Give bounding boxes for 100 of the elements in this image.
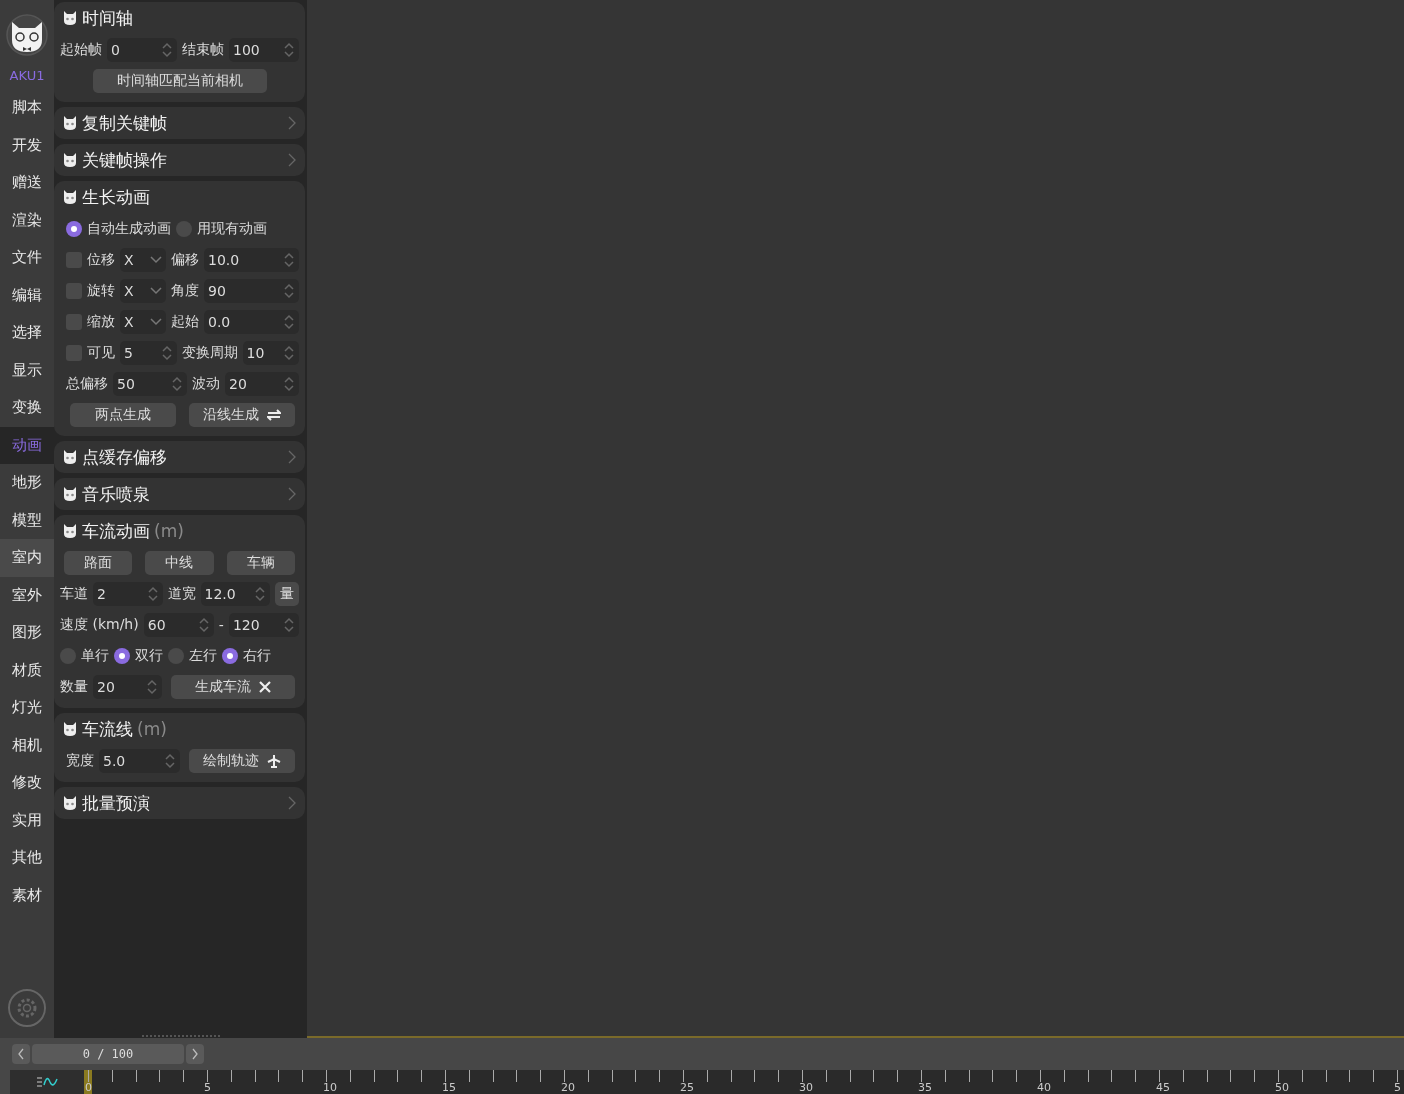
cat-head-icon (62, 152, 78, 168)
settings-icon[interactable] (7, 988, 47, 1028)
previous-frame-button[interactable] (12, 1044, 30, 1064)
number-field[interactable]: 10 (242, 340, 299, 365)
axis-dropdown[interactable]: X (120, 247, 166, 272)
action-button[interactable]: 量 (275, 581, 299, 606)
number-field[interactable]: 90 (204, 278, 299, 303)
panel-header[interactable]: 车流线 (m) (54, 713, 305, 745)
radio-button[interactable] (114, 647, 130, 664)
sidebar-tab[interactable]: 选择 (0, 314, 54, 352)
number-field[interactable]: 100 (229, 37, 299, 62)
action-button[interactable]: 沿线生成 (189, 402, 295, 427)
number-field[interactable]: 5.0 (99, 748, 180, 773)
ruler-number: 0 (85, 1082, 92, 1094)
chevron-down-icon (150, 286, 162, 295)
number-field[interactable]: 0 (107, 37, 177, 62)
sidebar-tab[interactable]: 文件 (0, 239, 54, 277)
ruler-number: 5 (204, 1082, 211, 1094)
radio-button[interactable] (222, 647, 238, 664)
action-button[interactable]: 时间轴匹配当前相机 (92, 68, 267, 93)
sidebar-tab[interactable]: 开发 (0, 126, 54, 164)
field-label: 角度 (171, 281, 199, 300)
sidebar-tab[interactable]: 编辑 (0, 276, 54, 314)
cat-head-icon (62, 523, 78, 539)
panel-header[interactable]: 时间轴 (54, 2, 305, 34)
ruler-number: 25 (680, 1082, 694, 1094)
playhead[interactable] (84, 1070, 92, 1094)
action-button[interactable]: 生成车流 (171, 674, 295, 699)
sidebar-tab[interactable]: 相机 (0, 726, 54, 764)
number-field[interactable]: 5 (120, 340, 177, 365)
sidebar-tab[interactable]: 显示 (0, 351, 54, 389)
action-button[interactable]: 两点生成 (70, 402, 176, 427)
chevron-right-icon (287, 153, 297, 167)
sidebar-tab[interactable]: 素材 (0, 876, 54, 914)
panel-title: 关键帧操作 (82, 148, 167, 172)
field-label: 起始 (171, 312, 199, 331)
number-field[interactable]: 120 (228, 612, 299, 637)
frame-counter[interactable]: 0 / 100 (32, 1044, 184, 1064)
number-field[interactable]: 10.0 (204, 247, 299, 272)
sidebar-tab[interactable]: 其他 (0, 839, 54, 877)
sidebar-tab[interactable]: 脚本 (0, 89, 54, 127)
panel-header[interactable]: 关键帧操作 (54, 144, 305, 176)
ruler-number: 30 (799, 1082, 813, 1094)
number-field[interactable]: 20 (93, 674, 162, 699)
field-label: 总偏移 (66, 374, 108, 393)
sidebar-tab[interactable]: 变换 (0, 389, 54, 427)
next-frame-button[interactable] (186, 1044, 204, 1064)
panel-title: 复制关键帧 (82, 111, 167, 135)
swap-arrows-icon (267, 408, 281, 421)
brand-name: AKU1 (8, 68, 46, 83)
sidebar-tab[interactable]: 动画 (0, 426, 54, 464)
checkbox-label: 缩放 (87, 312, 115, 331)
number-field[interactable]: 12.0 (200, 581, 270, 606)
panel-title: 车流动画 (m) (82, 519, 184, 543)
number-field[interactable]: 20 (225, 371, 299, 396)
sidebar-tab[interactable]: 室内 (0, 539, 54, 577)
action-button[interactable]: 中线 (145, 550, 214, 575)
action-button[interactable]: 绘制轨迹 (189, 748, 295, 773)
axis-dropdown[interactable]: X (120, 278, 166, 303)
action-button[interactable]: 路面 (64, 550, 133, 575)
action-button[interactable]: 车辆 (226, 550, 295, 575)
field-label: 速度 (km/h) (60, 615, 139, 634)
sidebar-tab[interactable]: 实用 (0, 801, 54, 839)
panel-title: 时间轴 (82, 6, 133, 30)
sidebar-tab[interactable]: 模型 (0, 501, 54, 539)
sidebar-tab[interactable]: 材质 (0, 651, 54, 689)
sidebar-tab[interactable]: 地形 (0, 464, 54, 502)
number-field[interactable]: 2 (93, 581, 163, 606)
radio-label: 右行 (243, 646, 271, 665)
axis-dropdown[interactable]: X (120, 309, 166, 334)
panel-header[interactable]: 批量预演 (54, 787, 305, 819)
cat-head-icon (62, 449, 78, 465)
cat-head-icon (62, 795, 78, 811)
panel-header[interactable]: 生长动画 (54, 181, 305, 213)
sidebar-tab[interactable]: 图形 (0, 614, 54, 652)
sidebar-tab[interactable]: 室外 (0, 576, 54, 614)
panel-header[interactable]: 音乐喷泉 (54, 478, 305, 510)
panel-header[interactable]: 车流动画 (m) (54, 515, 305, 547)
chevron-right-icon (287, 487, 297, 501)
field-label: 车道 (60, 584, 88, 603)
number-field[interactable]: 0.0 (204, 309, 299, 334)
curve-icon (36, 1076, 58, 1088)
sidebar-tab[interactable]: 渲染 (0, 201, 54, 239)
number-field[interactable]: 60 (143, 612, 214, 637)
panel-header[interactable]: 点缓存偏移 (54, 441, 305, 473)
time-ruler[interactable]: 0 5 10 15 20 25 30 35 40 45 50 5 (84, 1070, 1404, 1094)
panel-header[interactable]: 复制关键帧 (54, 107, 305, 139)
curve-editor-toggle[interactable] (10, 1070, 84, 1094)
sidebar-tab[interactable]: 灯光 (0, 689, 54, 727)
cat-head-icon (62, 721, 78, 737)
chevron-down-icon (150, 255, 162, 264)
sidebar-tab[interactable]: 赠送 (0, 164, 54, 202)
field-label: 偏移 (171, 250, 199, 269)
number-field[interactable]: 50 (113, 371, 187, 396)
sidebar-tab[interactable]: 修改 (0, 764, 54, 802)
chevron-left-icon (17, 1048, 25, 1060)
radio-button[interactable] (66, 220, 82, 237)
cat-logo-icon (6, 14, 48, 56)
chevron-down-icon (150, 317, 162, 326)
panel-title: 点缓存偏移 (82, 445, 167, 469)
